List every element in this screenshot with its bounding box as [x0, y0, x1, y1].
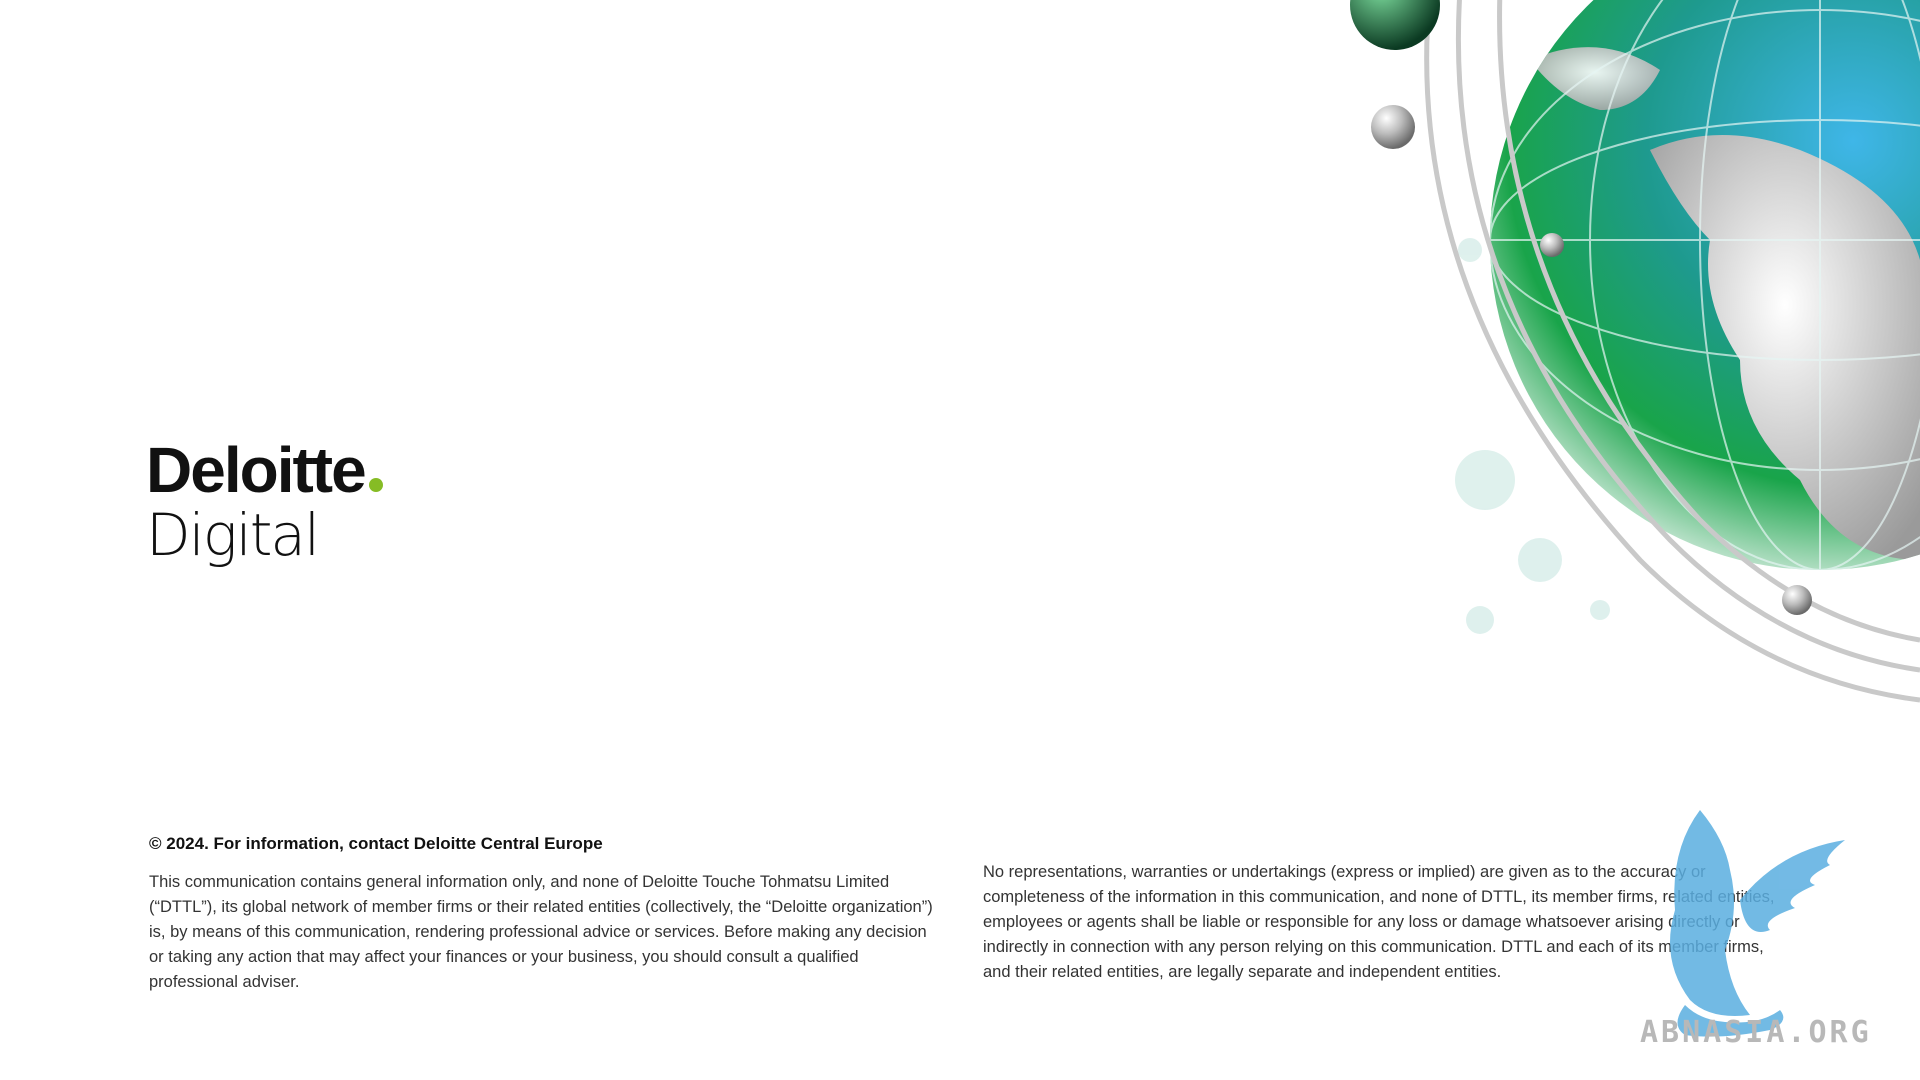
logo-green-dot: [368, 478, 383, 492]
closing-slide: Deloitte Digital © 2024. For information…: [0, 0, 1920, 1080]
logo-brand-text: Deloitte: [146, 434, 367, 506]
globe-icon: [1350, 0, 1920, 703]
logo-sub-text: Digital: [146, 501, 320, 569]
contact-heading: © 2024. For information, contact Deloitt…: [149, 834, 603, 853]
watermark-text: ABNASIA.ORG: [1640, 1015, 1872, 1050]
logo-brand: Deloitte: [146, 438, 383, 502]
disclaimer-left: This communication contains general info…: [149, 873, 933, 991]
deloitte-digital-logo: Deloitte Digital: [146, 438, 383, 564]
